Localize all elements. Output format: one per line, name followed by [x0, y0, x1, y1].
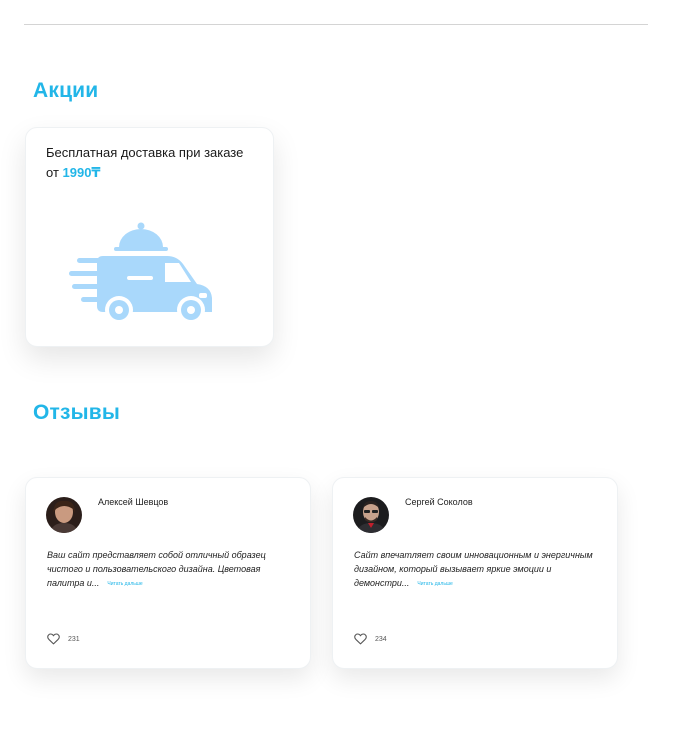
review-text: Ваш сайт представляет собой отличный обр…: [47, 548, 287, 591]
top-divider: [24, 24, 648, 25]
review-author-name: Алексей Шевцов: [98, 497, 169, 507]
likes: 231: [47, 633, 80, 645]
read-more-link[interactable]: Читать дальше: [417, 581, 452, 587]
like-count: 231: [68, 635, 80, 643]
likes: 234: [354, 633, 387, 645]
reviews-title: Отзывы: [33, 401, 121, 424]
like-count: 234: [375, 635, 387, 643]
delivery-car-icon: [69, 222, 212, 324]
read-more-link[interactable]: Читать дальше: [107, 581, 142, 587]
heart-icon[interactable]: [354, 633, 367, 645]
avatar[interactable]: [46, 497, 82, 533]
page: Акции Бесплатная доставка при заказе от …: [0, 0, 681, 736]
promotions-title: Акции: [33, 79, 99, 102]
review-text-content: Ваш сайт представляет собой отличный обр…: [47, 550, 266, 588]
promo-price: 1990₸: [62, 165, 101, 180]
heart-icon[interactable]: [47, 633, 60, 645]
promo-text: Бесплатная доставка при заказе от 1990₸: [46, 143, 246, 183]
review-card: Алексей Шевцов Ваш сайт представляет соб…: [25, 477, 311, 669]
review-text: Сайт впечатляет своим инновационным и эн…: [354, 548, 594, 591]
review-card: Сергей Соколов Сайт впечатляет своим инн…: [332, 477, 618, 669]
review-text-content: Сайт впечатляет своим инновационным и эн…: [354, 550, 593, 588]
avatar[interactable]: [353, 497, 389, 533]
avatar-photo: [46, 497, 82, 533]
promo-card-free-delivery[interactable]: Бесплатная доставка при заказе от 1990₸: [25, 127, 274, 347]
avatar-photo: [353, 497, 389, 533]
review-author-name: Сергей Соколов: [405, 497, 473, 507]
